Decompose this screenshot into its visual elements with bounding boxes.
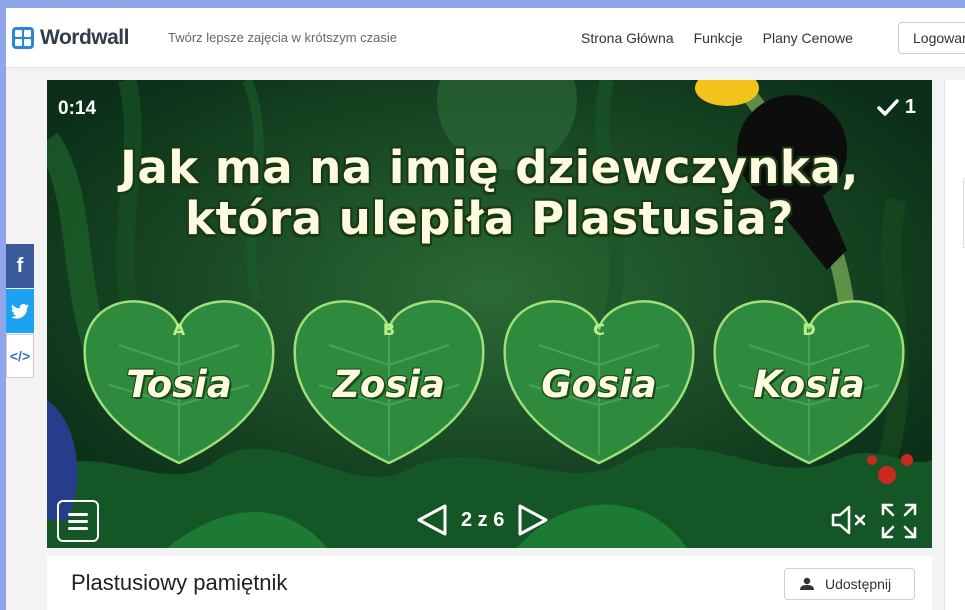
answer-a[interactable]: A Tosia xyxy=(79,285,279,465)
answer-letter: A xyxy=(172,320,186,339)
twitter-share-button[interactable] xyxy=(6,289,34,333)
menu-button[interactable] xyxy=(57,500,99,542)
answer-text: Tosia xyxy=(126,363,232,406)
main-nav: Strona Główna Funkcje Plany Cenowe xyxy=(581,30,853,46)
question-text: Jak ma na imię dziewczynka, która ulepił… xyxy=(47,142,932,244)
embed-button[interactable]: </> xyxy=(6,334,34,378)
checkmark-icon xyxy=(877,98,899,116)
share-button-label: Udostępnij xyxy=(825,576,892,592)
answer-text: Kosia xyxy=(753,363,865,406)
site-header: Wordwall Twórz lepsze zajęcia w krótszym… xyxy=(6,8,965,68)
next-arrow-icon[interactable] xyxy=(514,502,550,538)
score-counter: 1 xyxy=(877,96,916,119)
twitter-icon xyxy=(11,303,29,319)
share-sidebar: f </> xyxy=(6,244,34,378)
answer-d[interactable]: D Kosia xyxy=(709,285,909,465)
mute-icon[interactable] xyxy=(829,504,871,536)
facebook-icon: f xyxy=(16,254,24,277)
wordwall-logo[interactable]: Wordwall xyxy=(12,24,129,52)
answer-letter: C xyxy=(593,320,605,339)
embed-icon: </> xyxy=(9,348,31,364)
browser-viewport: Wordwall Twórz lepsze zajęcia w krótszym… xyxy=(6,8,965,610)
page-indicator: 2 z 6 xyxy=(461,508,505,531)
login-button[interactable]: Logowanie xyxy=(898,22,965,54)
answer-c[interactable]: C Gosia xyxy=(499,285,699,465)
nav-pricing[interactable]: Plany Cenowe xyxy=(763,30,853,46)
answer-letter: B xyxy=(382,320,396,339)
user-share-icon xyxy=(800,577,814,590)
logo-text: Wordwall xyxy=(40,26,129,49)
tagline: Twórz lepsze zajęcia w krótszym czasie xyxy=(168,30,398,45)
wordwall-logo-icon xyxy=(12,27,34,49)
facebook-share-button[interactable]: f xyxy=(6,244,34,288)
nav-home[interactable]: Strona Główna xyxy=(581,30,674,46)
timer: 0:14 xyxy=(58,98,97,119)
right-side-panel xyxy=(944,80,965,610)
answer-text: Zosia xyxy=(333,363,445,406)
question-line-2: która ulepiła Plastusia? xyxy=(185,192,794,245)
previous-arrow-icon[interactable] xyxy=(415,502,451,538)
score-value: 1 xyxy=(904,96,916,118)
activity-title: Plastusiowy pamiętnik xyxy=(71,570,288,595)
answer-letter: D xyxy=(802,320,816,339)
question-pager: 2 z 6 xyxy=(415,500,550,540)
nav-features[interactable]: Funkcje xyxy=(694,30,743,46)
share-button[interactable]: Udostępnij xyxy=(784,568,915,600)
answer-b[interactable]: B Zosia xyxy=(289,285,489,465)
game-player: 0:14 1 Jak ma na imię dziewczynka, która… xyxy=(47,80,932,548)
fullscreen-icon[interactable] xyxy=(880,502,918,540)
question-line-1: Jak ma na imię dziewczynka, xyxy=(120,141,859,194)
activity-info-bar: Plastusiowy pamiętnik Udostępnij xyxy=(47,556,932,610)
answer-text: Gosia xyxy=(541,363,657,406)
